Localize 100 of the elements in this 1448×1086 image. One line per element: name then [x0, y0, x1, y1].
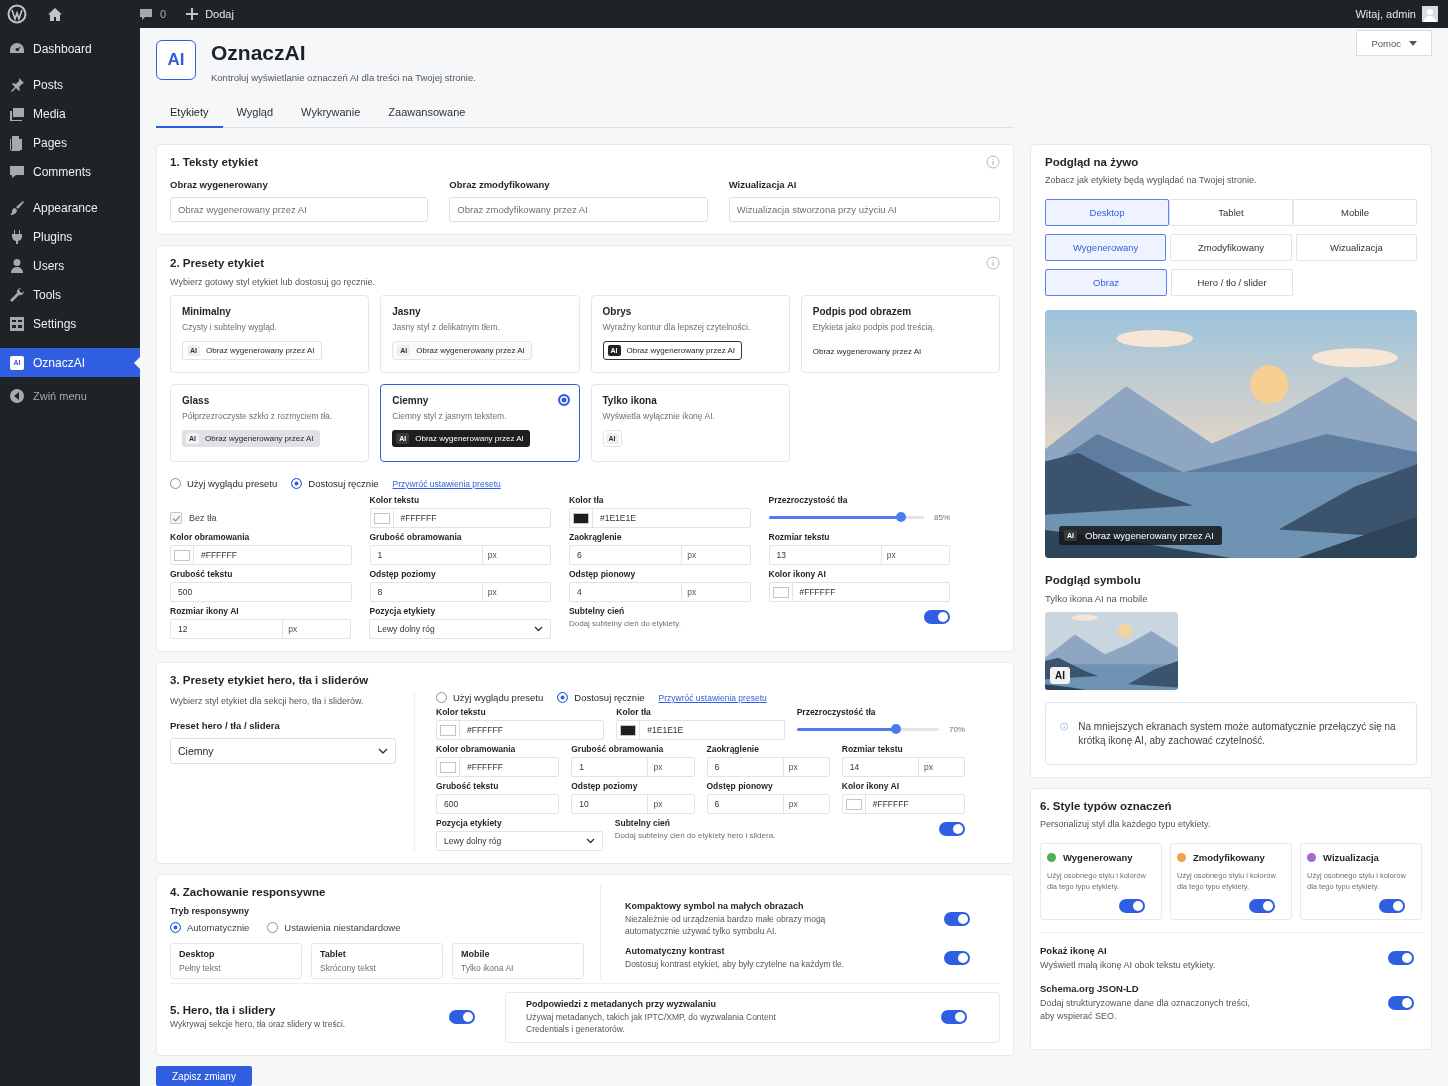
number-field[interactable]: 1 px	[571, 757, 695, 777]
number-field[interactable]: 14 px	[841, 757, 965, 777]
field-label: Pozycja etykiety	[369, 606, 437, 616]
radio-label: Użyj wyglądu presetu	[453, 692, 544, 703]
color-swatch[interactable]	[620, 724, 637, 736]
target-tab[interactable]: Obraz	[1045, 269, 1167, 296]
input-field[interactable]: 500	[170, 582, 352, 602]
menu-item[interactable]: Dashboard	[0, 34, 140, 63]
color-field[interactable]: #FFFFFF	[436, 720, 605, 740]
menu-item[interactable]: Tools	[0, 280, 140, 309]
radio-button[interactable]	[170, 922, 181, 933]
slider[interactable]	[768, 512, 924, 522]
toggle-switch[interactable]	[944, 912, 970, 927]
number-field[interactable]: 10 px	[571, 794, 695, 814]
input-field[interactable]: Wizualizacja stworzona przy użyciu AI	[728, 197, 1000, 222]
page-subtitle: Kontroluj wyświetlanie oznaczeń AI dla treści na Twojej stronie.	[211, 72, 476, 83]
preset-description: Wyraźny kontur dla lepszej czytelności.	[602, 322, 752, 332]
toggle-switch[interactable]	[1249, 898, 1275, 913]
radio-button[interactable]	[170, 478, 181, 489]
toggle-switch[interactable]	[941, 1010, 967, 1025]
color-field[interactable]: #FFFFFF	[768, 582, 950, 602]
device-tab[interactable]: Mobile	[1293, 199, 1417, 226]
menu-item[interactable]: Appearance	[0, 193, 140, 222]
menu-item[interactable]: Pages	[0, 128, 140, 157]
help-button[interactable]: Pomoc	[1356, 30, 1432, 56]
new-link[interactable]: Dodaj	[186, 8, 234, 20]
device-tab[interactable]: Tablet	[1169, 199, 1293, 226]
number-field[interactable]: 13 px	[768, 545, 950, 565]
input-field[interactable]: Obraz wygenerowany przez AI	[170, 197, 429, 222]
color-swatch[interactable]	[772, 586, 789, 598]
number-field[interactable]: 8 px	[369, 582, 551, 602]
type-name: Zmodyfikowany	[1193, 852, 1265, 863]
input-field[interactable]: Obraz zmodyfikowany przez AI	[449, 197, 708, 222]
menu-item[interactable]: Comments	[0, 157, 140, 186]
preset-name: Tylko ikona	[602, 395, 657, 406]
color-field[interactable]: #FFFFFF	[841, 794, 965, 814]
field-label: Obraz wygenerowany	[170, 179, 269, 190]
option-title: Subtelny cień	[568, 606, 626, 616]
toggle-switch[interactable]	[939, 822, 965, 836]
select-field[interactable]: Lewy dolny róg	[436, 831, 603, 851]
option-description: Dostosuj kontrast etykiet, aby były czytelne na każdym tle.	[625, 958, 845, 971]
slider[interactable]	[796, 724, 939, 734]
radio-button[interactable]	[557, 394, 570, 406]
toggle-switch[interactable]	[1388, 951, 1414, 966]
save-button[interactable]: Zapisz zmiany	[156, 1066, 252, 1086]
select-field[interactable]: Ciemny	[170, 738, 396, 764]
collapse-menu-button[interactable]: Zwiń menu	[0, 381, 140, 410]
home-icon[interactable]	[47, 6, 63, 22]
toggle-switch[interactable]	[924, 610, 950, 624]
tab[interactable]: Etykiety	[156, 100, 223, 128]
toggle-switch[interactable]	[449, 1010, 475, 1025]
toggle-switch[interactable]	[944, 951, 970, 966]
toggle-switch[interactable]	[1379, 898, 1405, 913]
comments-link[interactable]: 0	[139, 7, 167, 21]
radio-button[interactable]	[267, 922, 279, 933]
type-tab[interactable]: Zmodyfikowany	[1170, 234, 1292, 261]
color-swatch[interactable]	[440, 724, 456, 736]
menu-item[interactable]: Plugins	[0, 222, 140, 251]
preset-card[interactable]: Podpis pod obrazem Etykieta jako podpis pod treścią. Obraz wygenerowany przez AI	[800, 295, 1000, 373]
preset-name: Jasny	[392, 306, 421, 317]
color-swatch[interactable]	[573, 512, 589, 524]
type-tab[interactable]: Wizualizacja	[1295, 234, 1417, 261]
number-field[interactable]: 12 px	[170, 619, 352, 639]
radio-button[interactable]	[291, 478, 303, 489]
select-field[interactable]: Lewy dolny róg	[369, 619, 551, 639]
type-tab[interactable]: Wygenerowany	[1045, 234, 1167, 261]
reset-link[interactable]: Przywróć ustawienia presetu	[392, 478, 501, 489]
account-link[interactable]: Witaj, admin	[1355, 6, 1438, 22]
device-tab[interactable]: Desktop	[1045, 199, 1169, 226]
color-swatch[interactable]	[845, 798, 862, 810]
color-swatch[interactable]	[440, 761, 456, 773]
color-field[interactable]: #FFFFFF	[369, 508, 551, 528]
number-field[interactable]: 6 px	[706, 794, 830, 814]
menu-item[interactable]: Users	[0, 251, 140, 280]
color-field[interactable]: #FFFFFF	[170, 545, 352, 565]
color-field[interactable]: #1E1E1E	[616, 720, 785, 740]
tab[interactable]: Wykrywanie	[287, 100, 375, 127]
number-field[interactable]: 6 px	[706, 757, 830, 777]
color-swatch[interactable]	[174, 549, 190, 561]
number-field[interactable]: 1 px	[369, 545, 551, 565]
preset-name: Podpis pod obrazem	[812, 306, 912, 317]
radio-button[interactable]	[436, 692, 447, 703]
tab[interactable]: Wygląd	[222, 100, 288, 127]
number-field[interactable]: 4 px	[569, 582, 751, 602]
target-tab[interactable]: Hero / tło / slider	[1171, 269, 1293, 296]
menu-item[interactable]: Posts	[0, 70, 140, 99]
toggle-switch[interactable]	[1119, 898, 1145, 913]
circle-logo-icon[interactable]	[7, 4, 27, 24]
color-field[interactable]: #FFFFFF	[436, 757, 560, 777]
toggle-switch[interactable]	[1388, 995, 1414, 1010]
reset-link[interactable]: Przywróć ustawienia presetu	[658, 692, 767, 703]
tab[interactable]: Zaawansowane	[374, 100, 480, 127]
menu-item[interactable]: Media	[0, 99, 140, 128]
input-field[interactable]: 600	[436, 794, 560, 814]
menu-item[interactable]: Settings	[0, 309, 140, 338]
radio-button[interactable]	[557, 692, 569, 703]
number-field[interactable]: 6 px	[569, 545, 751, 565]
field-label: Rozmiar ikony AI	[170, 606, 240, 616]
color-swatch[interactable]	[373, 512, 390, 524]
color-field[interactable]: #1E1E1E	[569, 508, 751, 528]
